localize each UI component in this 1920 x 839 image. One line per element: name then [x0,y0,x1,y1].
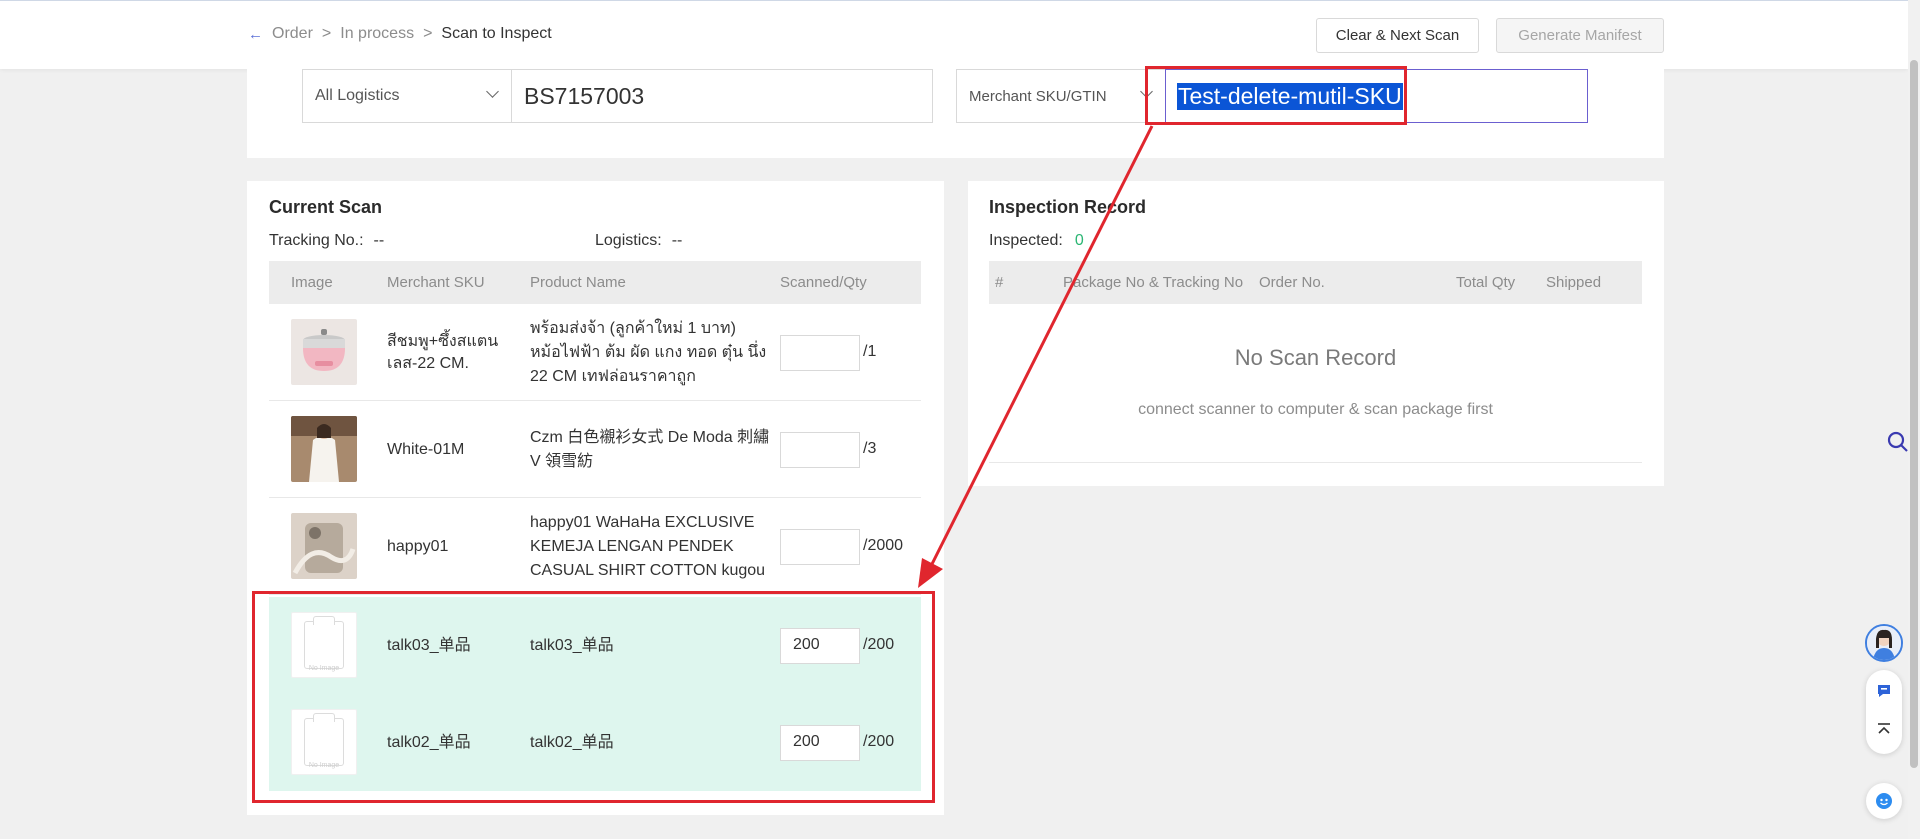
table-row: happy01 happy01 WaHaHa EXCLUSIVE KEMEJA … [269,498,921,595]
generate-manifest-button[interactable]: Generate Manifest [1496,18,1664,53]
column-header-image: Image [291,274,333,291]
logistics-info: Logistics: -- [595,232,682,250]
breadcrumb-current: Scan to Inspect [441,25,552,42]
clear-next-scan-button[interactable]: Clear & Next Scan [1316,18,1479,53]
column-header-total-qty: Total Qty [1456,274,1516,291]
side-tools [1866,670,1902,754]
product-image [291,416,357,482]
inspection-table-header: # Package No & Tracking No Order No. Tot… [989,261,1642,304]
empty-state-subtitle: connect scanner to computer & scan packa… [1138,401,1493,418]
current-scan-table-header: Image Merchant SKU Product Name Scanned/… [269,261,921,304]
column-header-product-name: Product Name [530,274,626,291]
help-bot-icon[interactable] [1866,783,1902,819]
sku-type-select[interactable]: Merchant SKU/GTIN [956,69,1166,123]
total-qty: /1 [863,343,877,360]
inspection-record-title: Inspection Record [989,197,1147,217]
chevron-down-icon [486,85,499,98]
merchant-sku: White-01M [387,440,465,458]
scan-input-card: All Logistics BS7157003 Merchant SKU/GTI… [247,69,1664,158]
scanned-qty-input[interactable] [780,529,860,565]
page-scrollbar[interactable] [1908,0,1920,839]
current-scan-title: Current Scan [269,197,383,217]
scrollbar-thumb[interactable] [1910,60,1918,768]
column-header-shipped: Shipped [1546,274,1602,291]
breadcrumb-separator: > [321,25,332,42]
total-qty: /3 [863,440,877,457]
table-row: สีชมพู+ซึ้งสแตนเลส-22 CM. พร้อมส่งจ้า (ล… [269,304,921,401]
tracking-label: Tracking No.: [269,232,364,249]
merchant-sku: happy01 [387,537,449,555]
breadcrumb-order[interactable]: Order [272,25,313,43]
inspected-count: 0 [1074,232,1084,249]
scanned-qty-input[interactable] [780,335,860,371]
inspected-label: Inspected: [989,232,1063,249]
total-qty: /2000 [863,537,904,554]
column-header-merchant-sku: Merchant SKU [387,274,485,291]
logistics-select[interactable]: All Logistics [302,69,512,123]
product-name: Czm 白色襯衫女式 De Moda 刺繡 V 領雪紡 [530,428,770,470]
column-header-order-no: Order No. [1259,274,1325,291]
back-to-top-icon[interactable] [1876,722,1892,743]
empty-state-title: No Scan Record [1234,345,1397,370]
tracking-value: -- [373,232,385,249]
breadcrumb-separator: > [423,25,433,42]
column-header-index: # [995,274,1004,291]
inspection-record-panel: Inspection Record Inspected: 0 # Package … [968,181,1664,486]
breadcrumb: ← Order > In process > Scan to Inspect [248,25,552,43]
sku-type-select-value: Merchant SKU/GTIN [969,87,1107,105]
product-image [291,319,357,385]
order-number-input[interactable]: BS7157003 [511,69,933,123]
logistics-select-value: All Logistics [315,87,400,104]
column-header-package-tracking: Package No & Tracking No [1063,274,1244,291]
product-name: happy01 WaHaHa EXCLUSIVE KEMEJA LENGAN P… [530,513,766,579]
column-header-scanned-qty: Scanned/Qty [780,274,867,291]
product-name: พร้อมส่งจ้า (ลูกค้าใหม่ 1 บาท) หม้อไฟฟ้า… [530,319,767,385]
annotation-box-highlighted-rows [252,591,935,803]
merchant-sku: สีชมพู+ซึ้งสแตนเลส-22 CM. [387,332,499,372]
breadcrumb-in-process[interactable]: In process [340,25,414,43]
divider [989,462,1642,463]
annotation-box-sku-input [1145,66,1407,125]
scanned-qty-input[interactable] [780,432,860,468]
table-row: White-01M Czm 白色襯衫女式 De Moda 刺繡 V 領雪紡 /3 [269,401,921,498]
logistics-label: Logistics: [595,232,662,249]
chat-icon[interactable] [1876,683,1892,704]
logistics-value: -- [671,232,683,249]
tracking-info: Tracking No.: -- [269,232,384,250]
product-image [291,513,357,579]
support-avatar[interactable] [1865,624,1903,662]
inspected-count-info: Inspected: 0 [989,232,1084,250]
top-bar: ← Order > In process > Scan to Inspect C… [0,0,1908,69]
arrow-left-icon[interactable]: ← [248,26,263,43]
search-icon[interactable] [1886,430,1910,459]
